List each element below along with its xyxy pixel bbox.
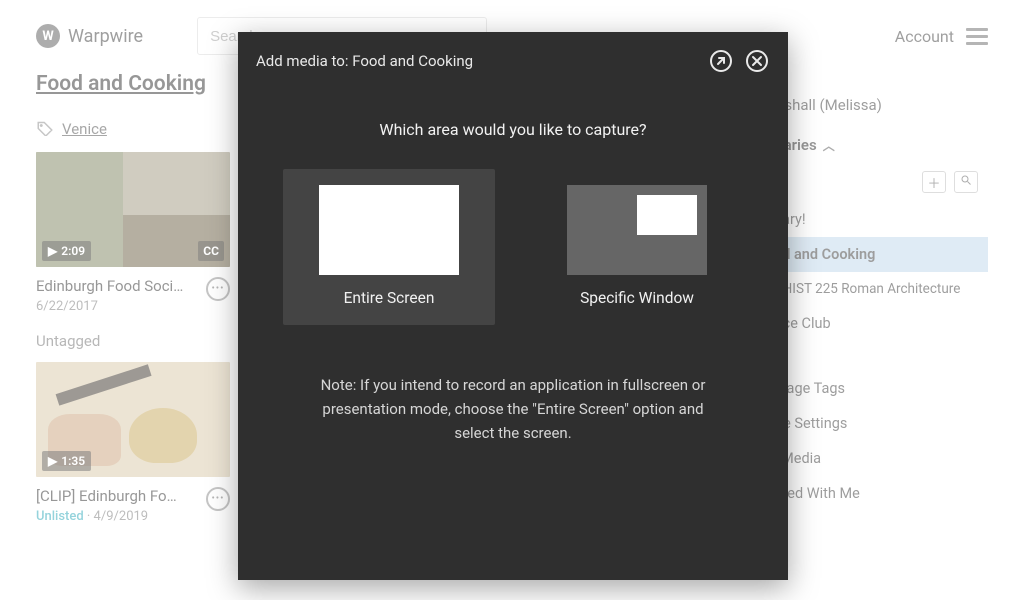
- close-icon: [745, 49, 769, 73]
- modal-header: Add media to: Food and Cooking: [238, 32, 788, 88]
- open-external-icon: [709, 49, 733, 73]
- option-label: Entire Screen: [283, 289, 495, 307]
- modal-prompt: Which area would you like to capture?: [238, 120, 788, 139]
- option-label: Specific Window: [531, 289, 743, 307]
- option-specific-window[interactable]: Specific Window: [531, 169, 743, 325]
- specific-window-preview: [567, 185, 707, 275]
- option-entire-screen[interactable]: Entire Screen: [283, 169, 495, 325]
- modal-title: Add media to: Food and Cooking: [256, 52, 698, 70]
- open-external-button[interactable]: [708, 48, 734, 74]
- modal-note: Note: If you intend to record an applica…: [303, 373, 723, 445]
- capture-modal: Add media to: Food and Cooking Which are…: [238, 32, 788, 580]
- entire-screen-preview: [319, 185, 459, 275]
- close-button[interactable]: [744, 48, 770, 74]
